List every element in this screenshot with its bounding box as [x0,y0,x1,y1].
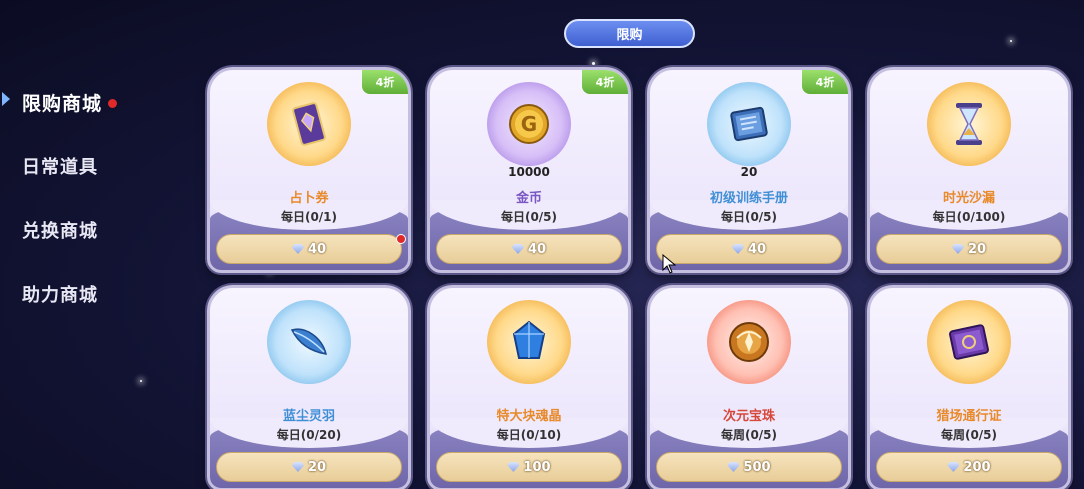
sidebar-item-exchange-shop[interactable]: 兑换商城 [0,198,190,262]
buy-button[interactable]: 20 [876,234,1062,264]
purple-pass-icon [927,300,1011,384]
sidebar-item-label: 限购商城 [22,92,103,115]
buy-button[interactable]: 40 [656,234,842,264]
diamond-icon [291,462,304,472]
purchase-limit: 每日(0/5) [500,210,558,224]
item-name: 时光沙漏 [942,191,995,206]
item-name: 金币 [515,191,542,206]
purchase-limit: 每日(0/20) [276,428,342,442]
diamond-icon [507,462,520,472]
gold-coin-icon: G [487,82,571,166]
sidebar-item-assist-shop[interactable]: 助力商城 [0,262,190,326]
diamond-icon [951,244,964,254]
item-quantity: 10000 [508,165,550,179]
svg-text:G: G [521,112,537,136]
sidebar-item-label: 助力商城 [22,285,98,306]
discount-badge: 4折 [802,70,848,94]
purchase-limit: 每日(0/5) [720,210,778,224]
discount-badge: 4折 [582,70,628,94]
item-name: 占卜券 [289,191,329,206]
shop-item-card[interactable]: 次元宝珠 每周(0/5) 500 [647,285,851,489]
shop-item-card[interactable]: 时光沙漏 每日(0/100) 20 [867,67,1071,273]
buy-button[interactable]: 20 [216,452,402,482]
sidebar: 限购商城 日常道具 兑换商城 助力商城 [0,70,190,326]
price: 500 [743,459,771,475]
price: 40 [747,241,767,257]
sidebar-item-label: 兑换商城 [22,221,98,242]
price: 20 [307,459,327,475]
price: 40 [307,241,327,257]
tab-limited[interactable]: 限购 [564,19,695,48]
purchase-limit: 每日(0/100) [932,210,1006,224]
diamond-icon [511,244,524,254]
item-name: 特大块魂晶 [496,409,562,424]
shop-item-card[interactable]: 4折 20 初级训练手册 每日(0/5) 40 [647,67,851,273]
diamond-icon [727,462,740,472]
price: 200 [963,459,991,475]
price: 40 [527,241,547,257]
shop-item-card[interactable]: 猎场通行证 每周(0/5) 200 [867,285,1071,489]
star-decoration [592,62,595,65]
sidebar-item-daily-items[interactable]: 日常道具 [0,134,190,198]
diamond-icon [731,244,744,254]
star-decoration [140,380,142,382]
notification-dot [108,98,118,108]
shop-item-card[interactable]: 4折 占卜券 每日(0/1) 40 [207,67,411,273]
buy-button[interactable]: 40 [436,234,622,264]
hourglass-icon [927,82,1011,166]
orb-icon [707,300,791,384]
shop-item-card[interactable]: 蓝尘灵羽 每日(0/20) 20 [207,285,411,489]
blue-feather-icon [267,300,351,384]
star-decoration [1010,40,1012,42]
notification-dot [396,234,406,244]
item-name: 猎场通行证 [936,409,1002,424]
diamond-icon [291,244,304,254]
sidebar-item-label: 日常道具 [22,157,98,178]
purchase-limit: 每日(0/10) [496,428,562,442]
item-name: 初级训练手册 [709,191,788,206]
item-name: 次元宝珠 [722,409,775,424]
item-name: 蓝尘灵羽 [282,409,335,424]
mouse-cursor-icon [662,254,676,274]
price: 100 [523,459,551,475]
shop-item-card[interactable]: 特大块魂晶 每日(0/10) 100 [427,285,631,489]
sidebar-item-limited-shop[interactable]: 限购商城 [0,70,190,134]
buy-button[interactable]: 100 [436,452,622,482]
purchase-limit: 每日(0/1) [280,210,338,224]
item-quantity: 20 [740,165,758,179]
purchase-limit: 每周(0/5) [720,428,778,442]
blue-book-icon [707,82,791,166]
blue-crystal-icon [487,300,571,384]
discount-badge: 4折 [362,70,408,94]
purple-card-icon [267,82,351,166]
buy-button[interactable]: 40 [216,234,402,264]
purchase-limit: 每周(0/5) [940,428,998,442]
buy-button[interactable]: 500 [656,452,842,482]
buy-button[interactable]: 200 [876,452,1062,482]
shop-item-card[interactable]: 4折 G 10000 金币 每日(0/5) 40 [427,67,631,273]
price: 20 [967,241,987,257]
diamond-icon [947,462,960,472]
